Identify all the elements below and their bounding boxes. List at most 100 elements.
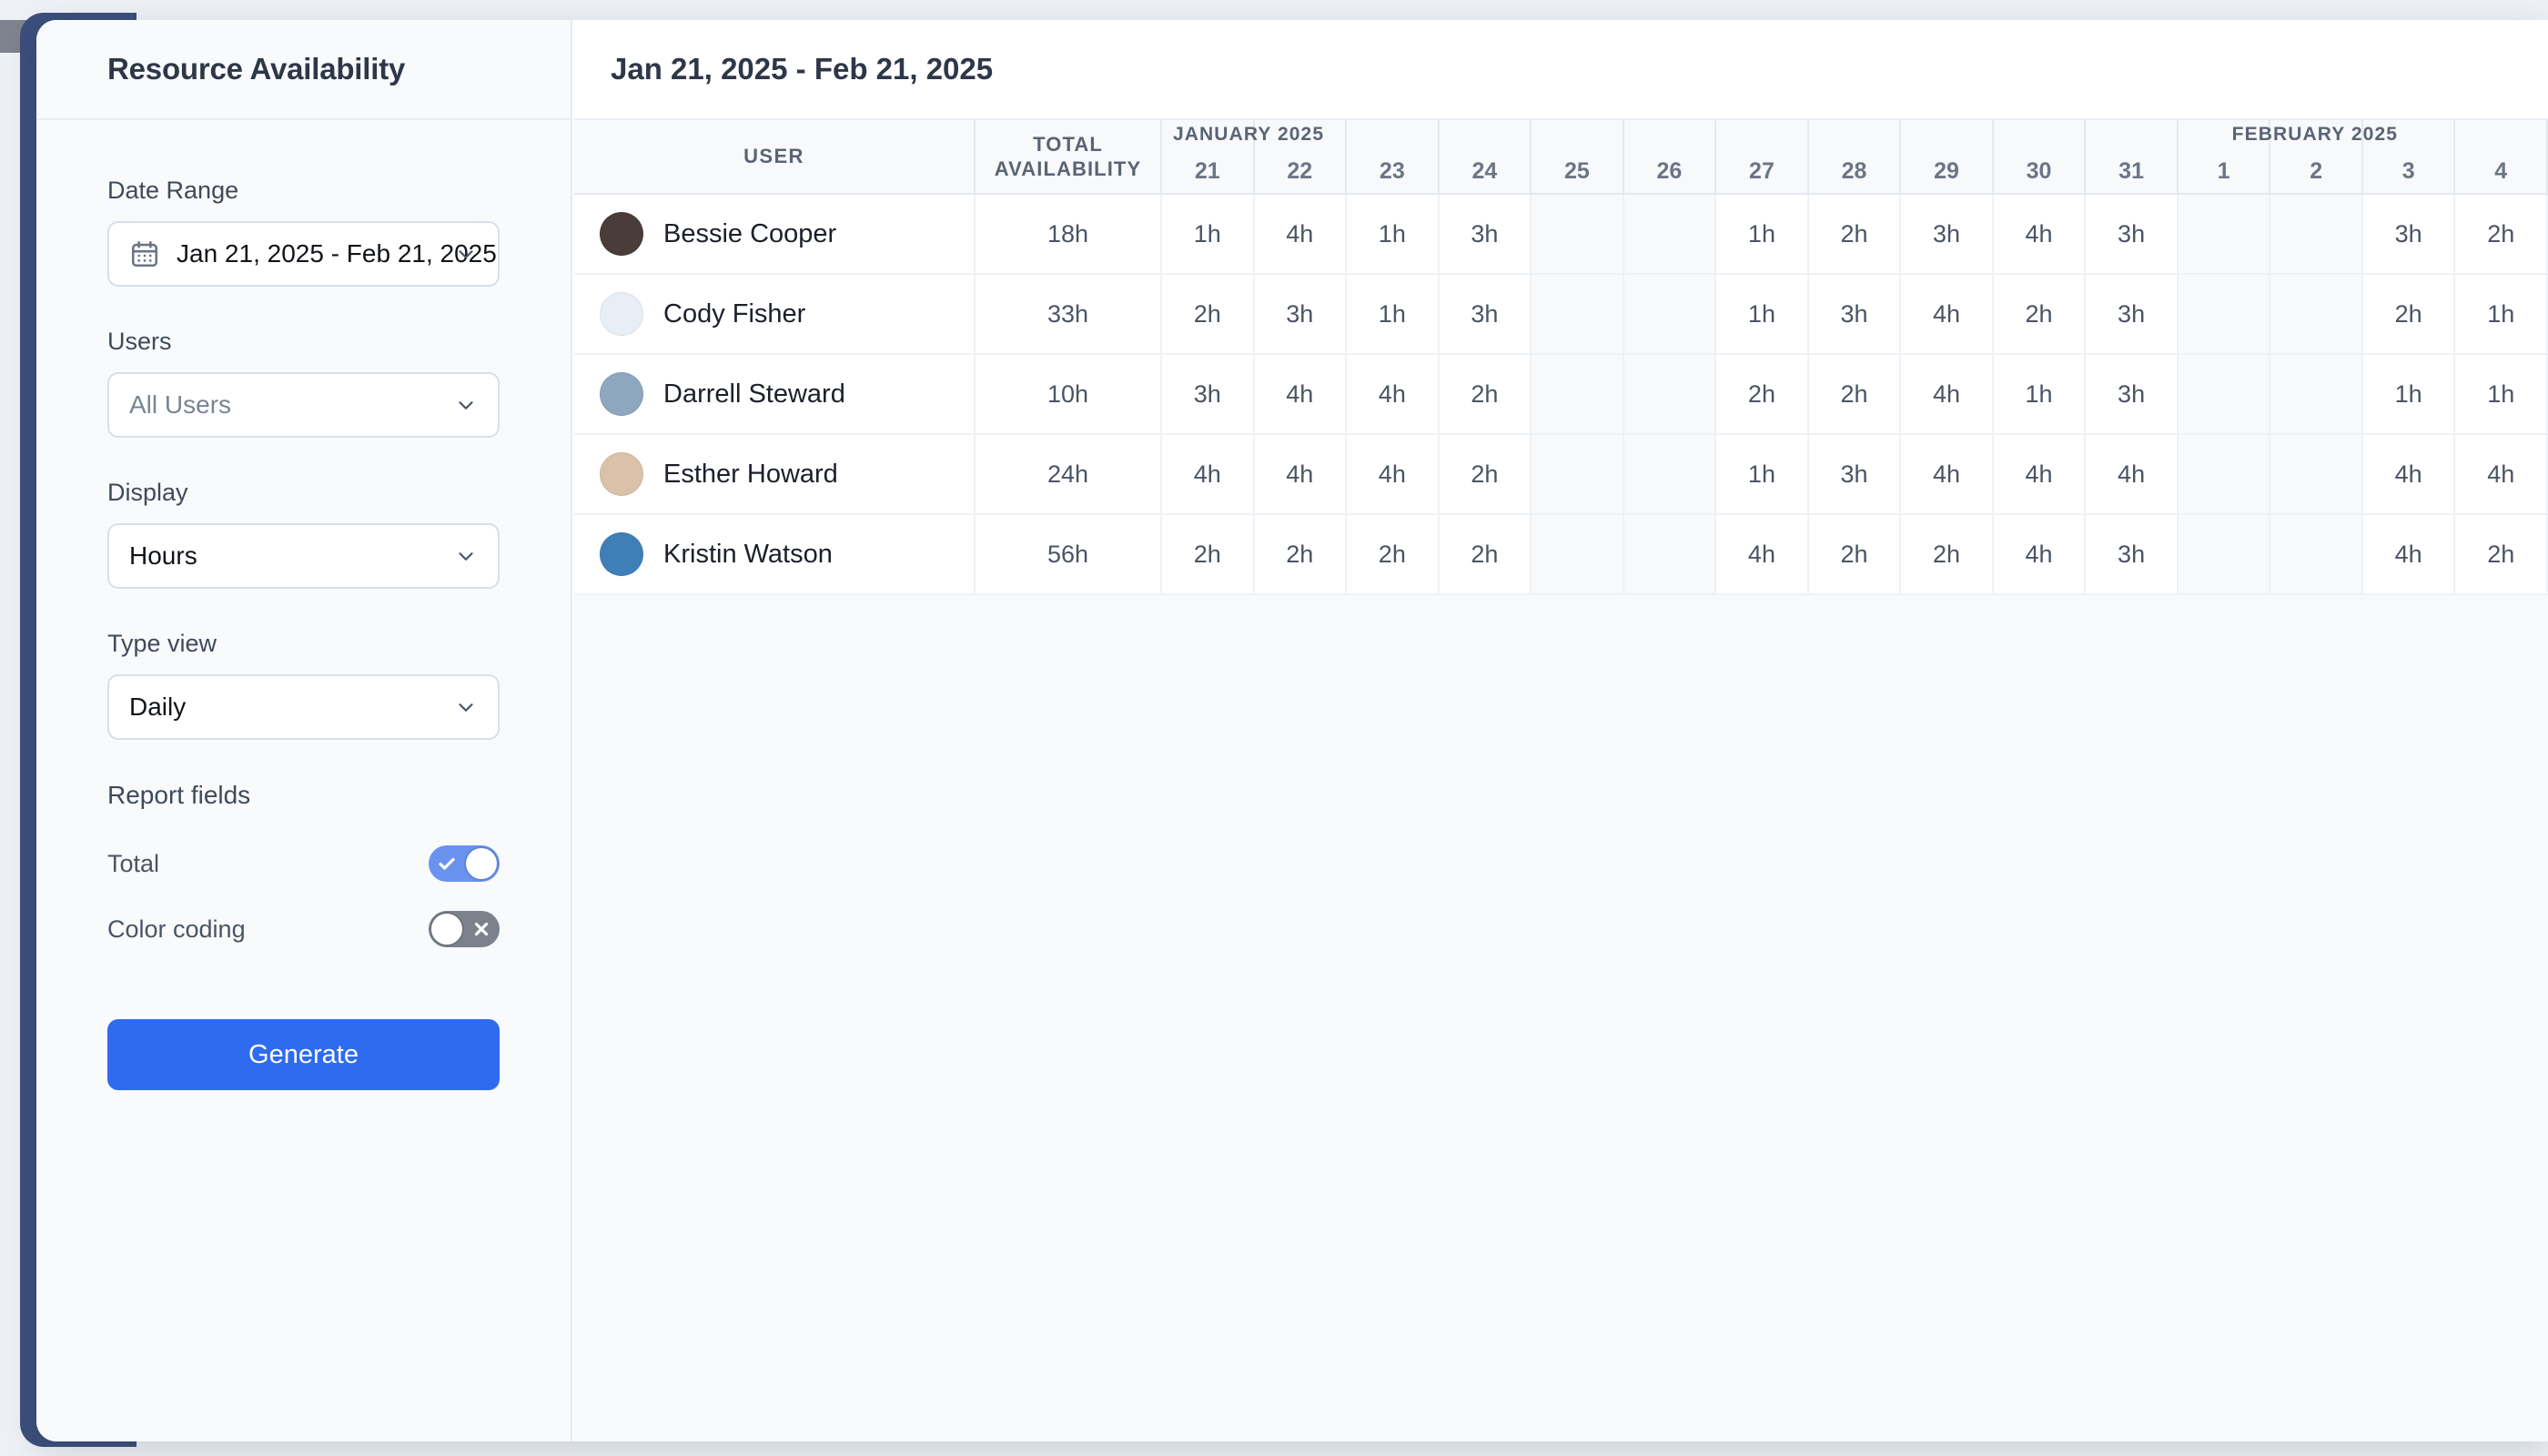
availability-cell[interactable]: 1h: [1992, 354, 2087, 435]
availability-cell[interactable]: [2270, 274, 2363, 355]
availability-cell[interactable]: 4h: [1992, 194, 2087, 275]
availability-cell[interactable]: 1h: [1715, 194, 1809, 275]
availability-cell[interactable]: 1h: [1715, 434, 1809, 515]
total-availability-cell: 24h: [975, 434, 1162, 515]
type-view-select[interactable]: Daily: [107, 674, 500, 740]
day-number: 3: [2401, 157, 2415, 184]
total-toggle[interactable]: [429, 845, 500, 882]
availability-cell[interactable]: 3h: [2085, 274, 2179, 355]
availability-cell[interactable]: 4h: [2361, 514, 2456, 595]
availability-cell[interactable]: 1h: [1161, 194, 1255, 275]
availability-cell[interactable]: 3h: [1438, 194, 1532, 275]
table-row[interactable]: Esther Howard 24h 4h 4h 4h 2h 1h 3h 4h 4h 4h 4h 4h: [574, 434, 2548, 515]
availability-cell[interactable]: [1531, 514, 1624, 595]
availability-cell[interactable]: 2h: [1992, 274, 2087, 355]
availability-cell[interactable]: 4h: [1253, 354, 1348, 435]
availability-cell[interactable]: 1h: [1346, 194, 1440, 275]
day-number: 28: [1841, 157, 1867, 184]
availability-cell[interactable]: [2177, 514, 2271, 595]
users-select[interactable]: All Users: [107, 372, 500, 438]
color-coding-toggle[interactable]: [429, 911, 500, 947]
availability-cell[interactable]: 2h: [1346, 514, 1440, 595]
availability-cell[interactable]: [1531, 434, 1624, 515]
availability-cell[interactable]: 1h: [1346, 274, 1440, 355]
availability-cell[interactable]: 3h: [1807, 434, 1902, 515]
availability-cell[interactable]: 1h: [2361, 354, 2456, 435]
availability-cell[interactable]: 4h: [1253, 434, 1348, 515]
availability-cell[interactable]: 4h: [1346, 354, 1440, 435]
availability-cell[interactable]: 2h: [1807, 514, 1902, 595]
availability-cell[interactable]: 2h: [2454, 194, 2548, 275]
date-range-picker[interactable]: Jan 21, 2025 - Feb 21, 2025: [107, 221, 500, 287]
day-number: 2: [2310, 157, 2323, 184]
availability-cell[interactable]: 1h: [2454, 354, 2548, 435]
table-row[interactable]: Cody Fisher 33h 2h 3h 1h 3h 1h 3h 4h 2h 3h 2h 1h: [574, 274, 2548, 355]
availability-cell[interactable]: 2h: [1807, 194, 1902, 275]
availability-cell[interactable]: 4h: [1715, 514, 1809, 595]
availability-cell[interactable]: 3h: [1253, 274, 1348, 355]
availability-cell[interactable]: [1623, 514, 1717, 595]
availability-cell[interactable]: 3h: [2085, 194, 2179, 275]
availability-cell[interactable]: [1531, 354, 1624, 435]
availability-cell[interactable]: 4h: [2361, 434, 2456, 515]
availability-cell[interactable]: 3h: [2361, 194, 2456, 275]
column-header-day-4: 4: [2454, 120, 2548, 195]
day-number: 29: [1934, 157, 1959, 184]
availability-cell[interactable]: 4h: [1992, 434, 2087, 515]
sidebar-body: Date Range Jan 21, 2025 - Feb 21, 2025 U…: [36, 120, 571, 1090]
availability-cell[interactable]: [1623, 354, 1717, 435]
availability-cell[interactable]: 2h: [1253, 514, 1348, 595]
availability-cell[interactable]: 3h: [2085, 354, 2179, 435]
table-row[interactable]: Darrell Steward 10h 3h 4h 4h 2h 2h 2h 4h 1h 3h 1h 1h: [574, 354, 2548, 435]
day-number: 27: [1749, 157, 1774, 184]
availability-cell[interactable]: [1623, 194, 1717, 275]
availability-cell[interactable]: [2270, 194, 2363, 275]
availability-cell[interactable]: 1h: [1715, 274, 1809, 355]
availability-cell[interactable]: [2177, 194, 2271, 275]
availability-cell[interactable]: [1531, 274, 1624, 355]
availability-cell[interactable]: [2177, 274, 2271, 355]
availability-cell[interactable]: [2270, 514, 2363, 595]
availability-cell[interactable]: 2h: [1438, 354, 1532, 435]
availability-cell[interactable]: 2h: [1715, 354, 1809, 435]
availability-cell[interactable]: [1623, 274, 1717, 355]
month-label-february-2025: FEBRUARY 2025: [2231, 124, 2399, 145]
availability-cell[interactable]: 4h: [2085, 434, 2179, 515]
availability-cell[interactable]: 2h: [1161, 514, 1255, 595]
user-name: Cody Fisher: [663, 298, 806, 329]
availability-cell[interactable]: 4h: [1900, 274, 1994, 355]
availability-cell[interactable]: 2h: [1900, 514, 1994, 595]
availability-cell[interactable]: 4h: [1900, 354, 1994, 435]
availability-cell[interactable]: 2h: [1161, 274, 1255, 355]
chevron-down-icon: [459, 250, 473, 258]
availability-cell[interactable]: [1623, 434, 1717, 515]
availability-cell[interactable]: [2177, 354, 2271, 435]
table-row[interactable]: Bessie Cooper 18h 1h 4h 1h 3h 1h 2h 3h 4h 3h 3h 2h: [574, 194, 2548, 275]
availability-cell[interactable]: [2270, 354, 2363, 435]
avatar: [600, 532, 643, 576]
availability-cell[interactable]: 2h: [1438, 514, 1532, 595]
availability-cell[interactable]: 2h: [2361, 274, 2456, 355]
availability-cell[interactable]: 3h: [1900, 194, 1994, 275]
availability-cell[interactable]: 2h: [1807, 354, 1902, 435]
table-row[interactable]: Kristin Watson 56h 2h 2h 2h 2h 4h 2h 2h 4h 3h 4h 2h: [574, 514, 2548, 595]
availability-cell[interactable]: 2h: [2454, 514, 2548, 595]
display-select[interactable]: Hours: [107, 523, 500, 589]
availability-cell[interactable]: [2270, 434, 2363, 515]
availability-cell[interactable]: 3h: [1807, 274, 1902, 355]
availability-cell[interactable]: [2177, 434, 2271, 515]
availability-cell[interactable]: 4h: [1161, 434, 1255, 515]
availability-cell[interactable]: 3h: [1161, 354, 1255, 435]
availability-cell[interactable]: [1531, 194, 1624, 275]
availability-cell[interactable]: 1h: [2454, 274, 2548, 355]
availability-cell[interactable]: 4h: [1992, 514, 2087, 595]
availability-cell[interactable]: 2h: [1438, 434, 1532, 515]
availability-cell[interactable]: 3h: [1438, 274, 1532, 355]
availability-cell[interactable]: 4h: [1900, 434, 1994, 515]
generate-button[interactable]: Generate: [107, 1019, 500, 1090]
availability-cell[interactable]: 3h: [2085, 514, 2179, 595]
day-number: 1: [2217, 157, 2230, 184]
availability-cell[interactable]: 4h: [2454, 434, 2548, 515]
availability-cell[interactable]: 4h: [1346, 434, 1440, 515]
availability-cell[interactable]: 4h: [1253, 194, 1348, 275]
